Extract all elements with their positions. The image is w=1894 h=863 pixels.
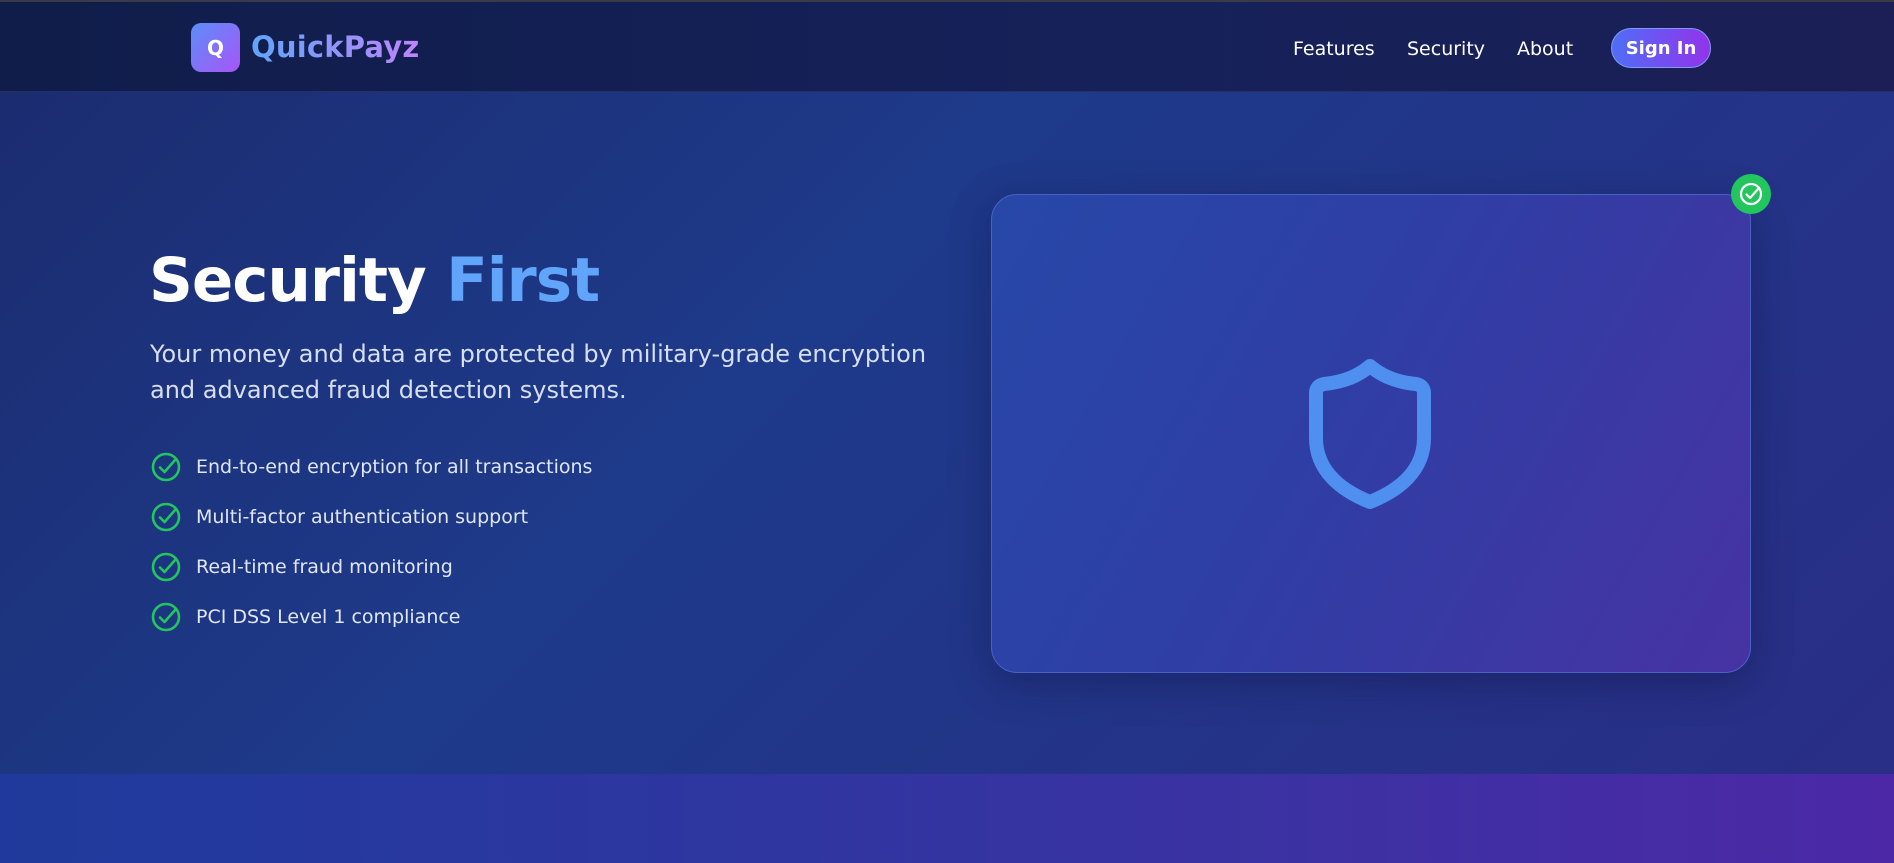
list-item: Multi-factor authentication support (150, 492, 592, 542)
list-item: Real-time fraud monitoring (150, 542, 592, 592)
feature-label: End-to-end encryption for all transactio… (196, 456, 593, 478)
logo-icon[interactable]: Q (191, 23, 240, 72)
hero-title-accent: First (446, 245, 600, 316)
next-section-band (0, 774, 1894, 863)
check-circle-icon (151, 552, 181, 582)
check-circle-icon (151, 502, 181, 532)
nav-item-about[interactable]: About (1517, 38, 1573, 60)
hero-subtitle: Your money and data are protected by mil… (150, 340, 927, 404)
logo-letter: Q (206, 35, 224, 60)
hero-title: Security First (149, 245, 600, 316)
feature-list: End-to-end encryption for all transactio… (150, 442, 592, 642)
list-item: PCI DSS Level 1 compliance (150, 592, 592, 642)
check-circle-icon (151, 602, 181, 632)
nav-item-security[interactable]: Security (1407, 38, 1485, 60)
sign-in-button[interactable]: Sign In (1611, 28, 1711, 68)
check-circle-icon (151, 452, 181, 482)
verified-badge (1731, 174, 1771, 214)
list-item: End-to-end encryption for all transactio… (150, 442, 592, 492)
shield-icon (1309, 359, 1431, 509)
nav-item-features[interactable]: Features (1293, 38, 1375, 60)
feature-label: Multi-factor authentication support (196, 506, 529, 528)
feature-label: PCI DSS Level 1 compliance (196, 606, 461, 628)
site-header: Q QuickPayz Features Security About Sign… (0, 2, 1894, 92)
brand-name[interactable]: QuickPayz (251, 30, 419, 64)
check-circle-icon (1739, 182, 1763, 206)
feature-label: Real-time fraud monitoring (196, 556, 453, 578)
hero-title-main: Security (149, 245, 427, 316)
